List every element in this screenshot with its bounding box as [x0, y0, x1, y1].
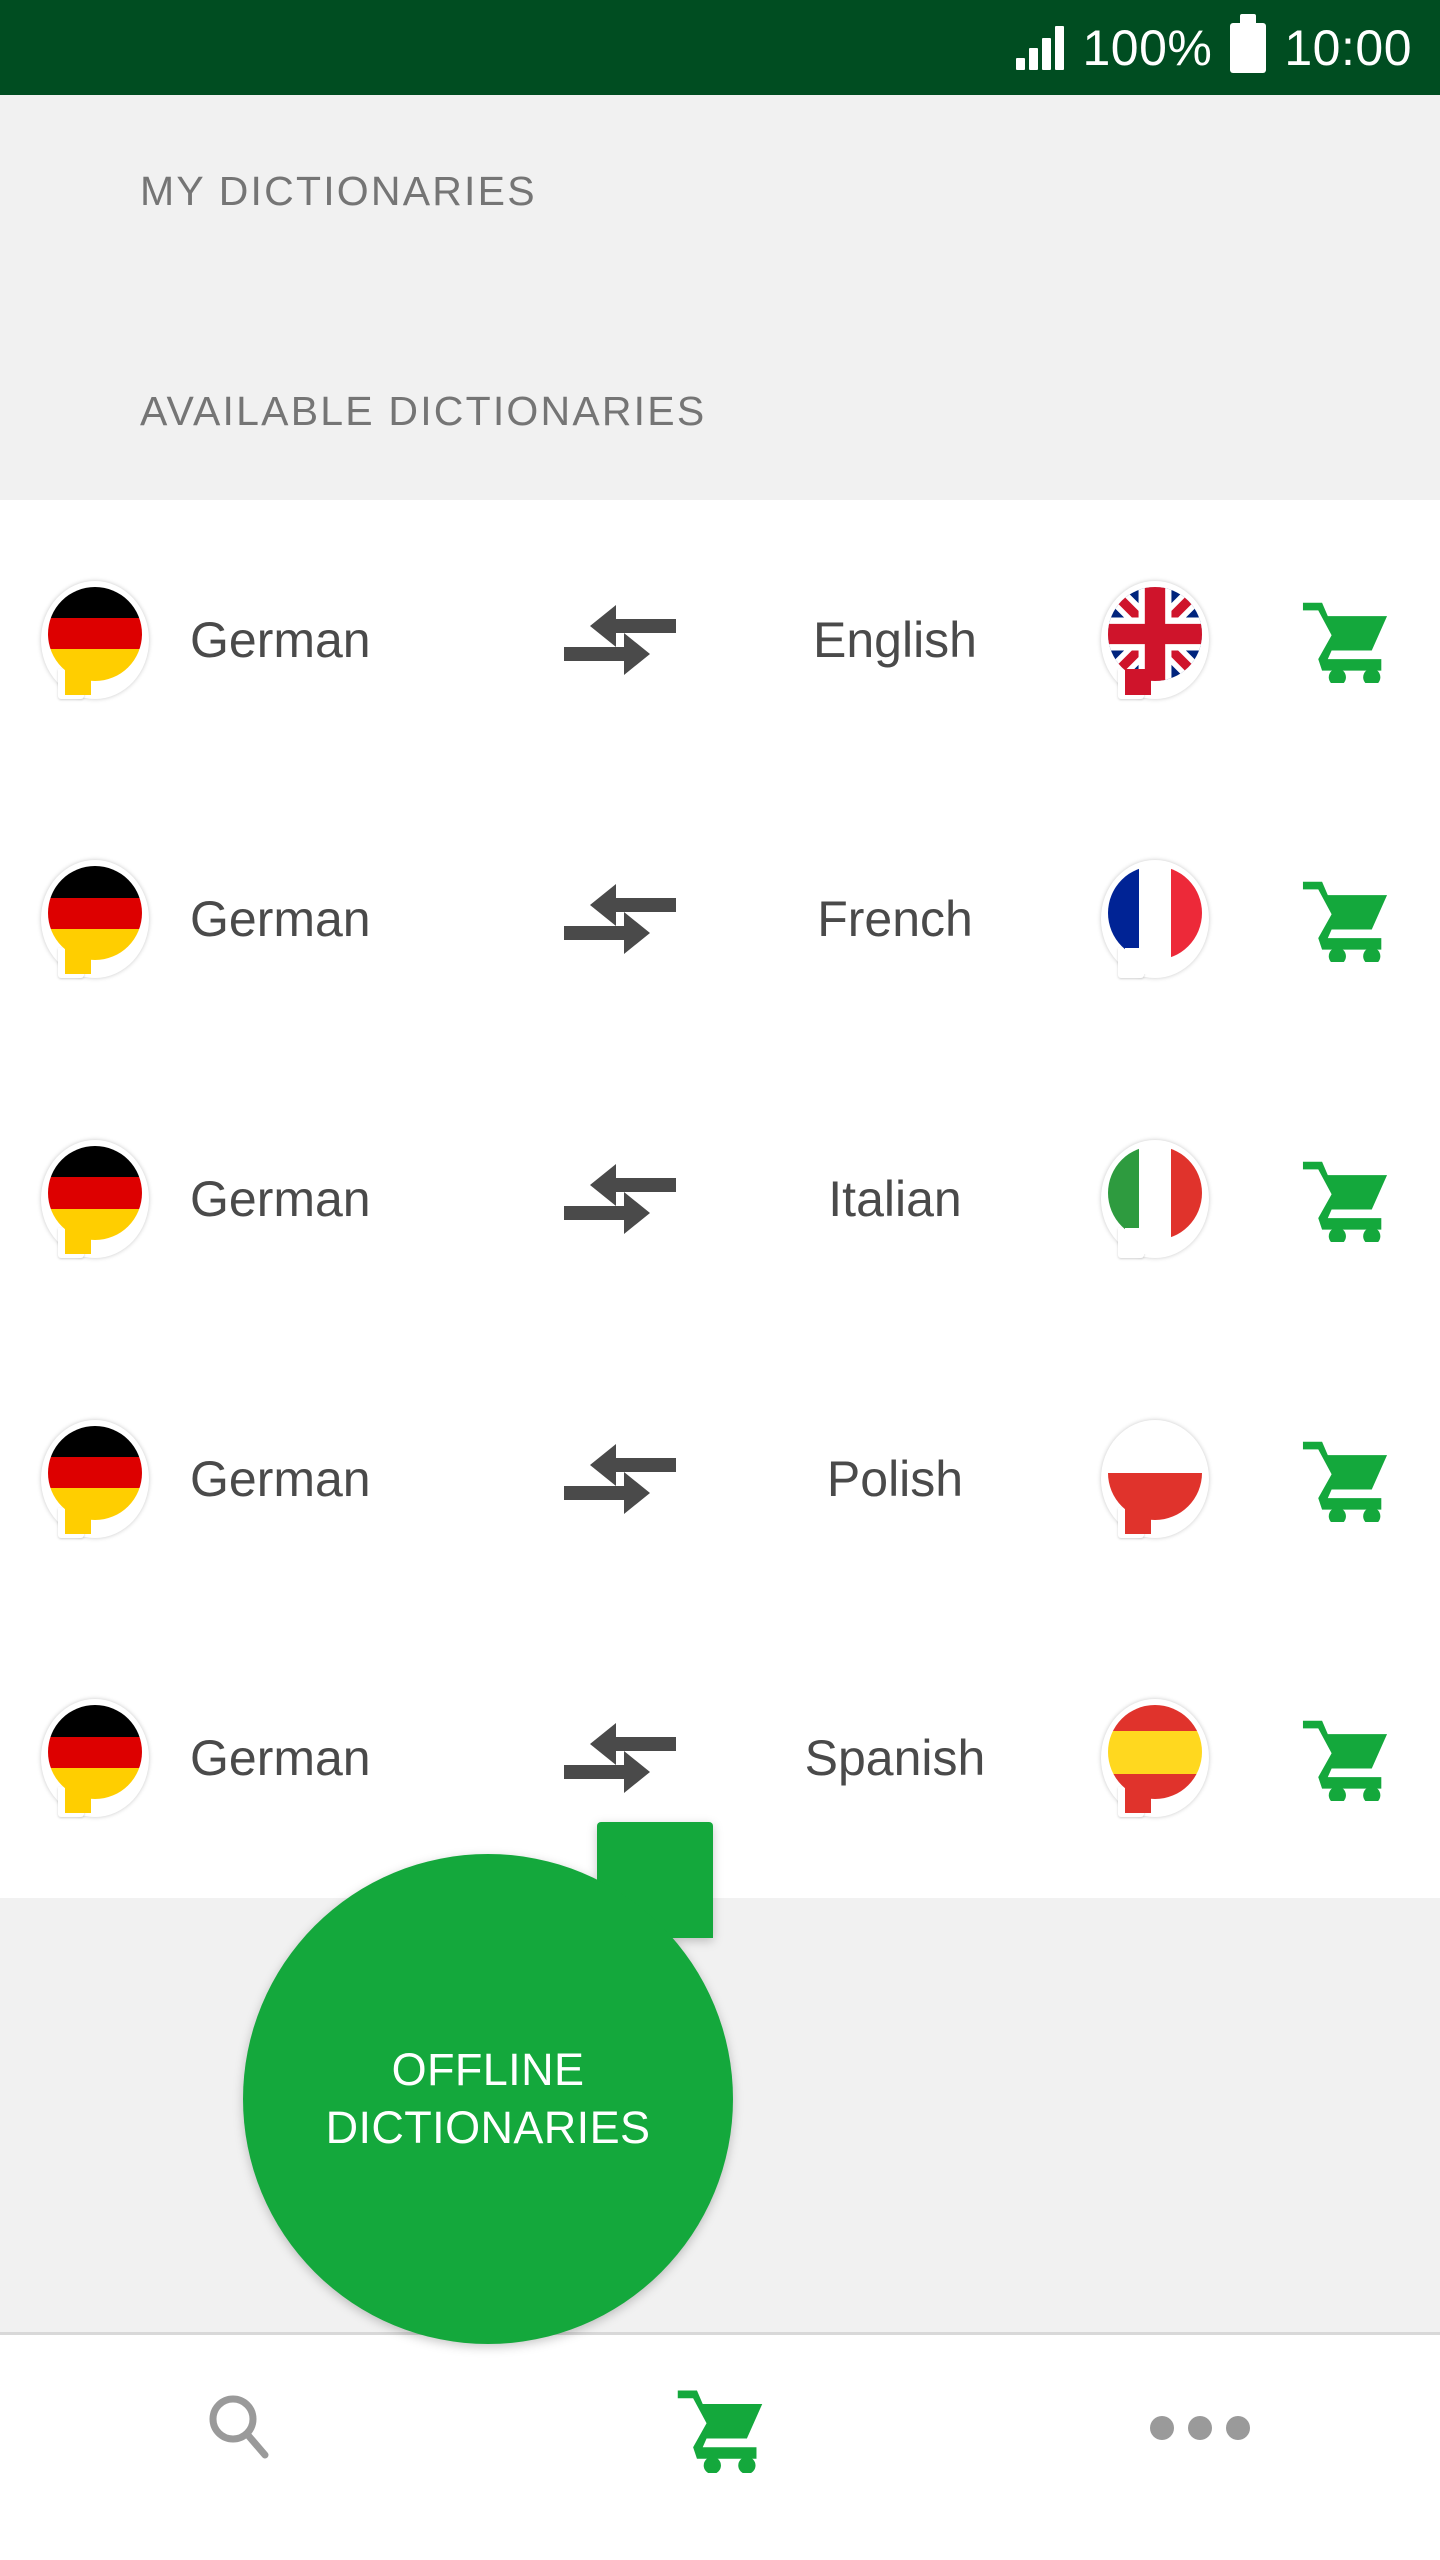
direction-cell: [510, 1715, 730, 1801]
source-flag-cell: [0, 1139, 190, 1258]
source-flag-cell: [0, 1699, 190, 1818]
flag-germany-icon: [41, 1419, 149, 1538]
source-flag-cell: [0, 860, 190, 979]
direction-cell: [510, 876, 730, 962]
flag-united-kingdom-icon: [1101, 580, 1209, 699]
direction-cell: [510, 597, 730, 683]
direction-cell: [510, 1156, 730, 1242]
flag-germany-icon: [41, 580, 149, 699]
shopping-cart-icon[interactable]: [672, 2383, 768, 2473]
target-language-label: French: [817, 891, 973, 948]
dictionary-row-german-english[interactable]: German English: [0, 500, 1440, 780]
shopping-cart-icon[interactable]: [1297, 597, 1393, 683]
offline-dictionaries-bubble[interactable]: OFFLINE DICTIONARIES: [243, 1822, 733, 2344]
target-language-label: Polish: [826, 1450, 964, 1507]
target-flag-cell: [1060, 1699, 1250, 1818]
available-dictionaries-section-label: AVAILABLE DICTIONARIES: [140, 388, 707, 434]
source-language-label: German: [190, 611, 371, 668]
target-language-label: Spanish: [804, 1730, 986, 1787]
shopping-cart-icon[interactable]: [1297, 876, 1393, 963]
buy-dictionary-cell[interactable]: [1250, 597, 1440, 683]
source-language-cell: German: [190, 890, 510, 948]
shopping-cart-icon[interactable]: [1297, 1436, 1393, 1522]
flag-france-icon: [1101, 860, 1209, 979]
source-language-cell: German: [190, 611, 510, 669]
target-language-cell: Italian: [730, 1170, 1060, 1228]
dictionary-row-german-french[interactable]: German French: [0, 780, 1440, 1060]
flag-germany-icon: [41, 1699, 149, 1818]
flag-italy-icon: [1101, 1139, 1209, 1258]
source-language-label: German: [190, 891, 371, 948]
target-flag-cell: [1060, 1419, 1250, 1538]
available-dictionaries-list: German English German French German Ital…: [0, 500, 1440, 1898]
nav-search-button[interactable]: [0, 2335, 480, 2557]
target-flag-cell: [1060, 860, 1250, 979]
source-language-cell: German: [190, 1170, 510, 1228]
status-bar: 100% 10:00: [0, 0, 1440, 95]
bidirectional-arrow-icon: [564, 604, 676, 675]
bidirectional-arrow-icon: [564, 1723, 676, 1794]
battery-percent-label: 100%: [1082, 19, 1213, 76]
flag-poland-icon: [1101, 1419, 1209, 1538]
buy-dictionary-cell[interactable]: [1250, 1436, 1440, 1522]
target-language-cell: Polish: [730, 1450, 1060, 1508]
signal-bars-icon: [1016, 25, 1065, 70]
flag-spain-icon: [1101, 1699, 1209, 1818]
bottom-navigation-bar: [0, 2335, 1440, 2557]
bidirectional-arrow-icon: [564, 1163, 676, 1234]
bidirectional-arrow-icon: [564, 1443, 676, 1514]
bidirectional-arrow-icon: [564, 884, 676, 955]
buy-dictionary-cell[interactable]: [1250, 876, 1440, 963]
battery-full-icon: [1230, 22, 1267, 73]
offline-dictionaries-label: OFFLINE DICTIONARIES: [325, 2044, 651, 2153]
source-language-label: German: [190, 1170, 371, 1227]
clock-label: 10:00: [1284, 19, 1412, 76]
target-language-cell: English: [730, 611, 1060, 669]
dictionary-row-german-italian[interactable]: German Italian: [0, 1059, 1440, 1339]
source-language-cell: German: [190, 1729, 510, 1787]
target-language-label: Italian: [828, 1170, 962, 1227]
source-language-label: German: [190, 1450, 371, 1507]
buy-dictionary-cell[interactable]: [1250, 1156, 1440, 1242]
flag-germany-icon: [41, 1139, 149, 1258]
more-options-icon[interactable]: [1150, 2416, 1250, 2440]
shopping-cart-icon[interactable]: [1297, 1715, 1393, 1802]
target-flag-cell: [1060, 580, 1250, 699]
target-flag-cell: [1060, 1139, 1250, 1258]
source-language-label: German: [190, 1730, 371, 1787]
target-language-cell: Spanish: [730, 1729, 1060, 1787]
shopping-cart-icon[interactable]: [1297, 1156, 1393, 1242]
nav-store-button[interactable]: [480, 2335, 960, 2557]
nav-more-button[interactable]: [960, 2335, 1440, 2557]
flag-germany-icon: [41, 860, 149, 979]
target-language-cell: French: [730, 890, 1060, 948]
direction-cell: [510, 1436, 730, 1522]
source-flag-cell: [0, 580, 190, 699]
search-icon[interactable]: [201, 2389, 279, 2467]
source-flag-cell: [0, 1419, 190, 1538]
dictionaries-header-zone: MY DICTIONARIES AVAILABLE DICTIONARIES: [0, 95, 1440, 500]
my-dictionaries-section-label: MY DICTIONARIES: [140, 168, 537, 214]
source-language-cell: German: [190, 1450, 510, 1508]
dictionary-row-german-polish[interactable]: German Polish: [0, 1339, 1440, 1619]
target-language-label: English: [813, 611, 977, 668]
buy-dictionary-cell[interactable]: [1250, 1715, 1440, 1802]
